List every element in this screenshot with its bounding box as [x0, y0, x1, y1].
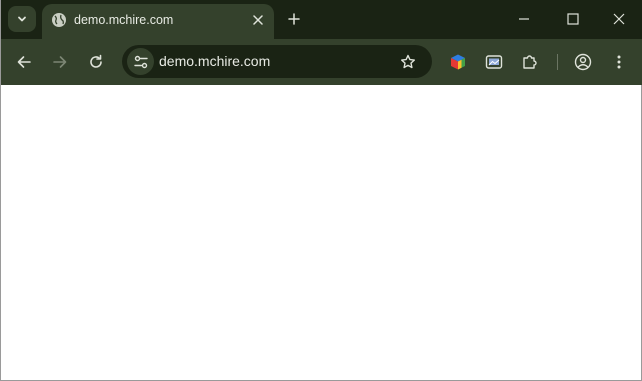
bookmark-button[interactable] — [396, 50, 420, 74]
browser-menu-button[interactable] — [605, 48, 633, 76]
forward-button[interactable] — [46, 48, 74, 76]
cube-icon — [451, 54, 465, 70]
tab-title: demo.mchire.com — [74, 13, 174, 27]
screenshot-icon — [485, 55, 503, 69]
extension-button-1[interactable] — [444, 48, 472, 76]
new-tab-button[interactable] — [283, 8, 305, 30]
browser-window: demo.mchire.com demo.mchire.com — [0, 0, 642, 381]
minimize-icon — [519, 18, 529, 20]
reload-button[interactable] — [82, 48, 110, 76]
maximize-button[interactable] — [550, 0, 596, 38]
toolbar-divider — [557, 54, 558, 70]
tune-icon — [133, 55, 148, 68]
maximize-icon — [567, 13, 579, 25]
star-icon — [401, 54, 415, 69]
more-vertical-icon — [617, 55, 621, 69]
plus-icon — [288, 13, 300, 25]
address-bar[interactable]: demo.mchire.com — [122, 45, 432, 78]
extension-button-2[interactable] — [480, 48, 508, 76]
profile-icon — [574, 53, 592, 71]
browser-tab[interactable]: demo.mchire.com — [42, 4, 274, 39]
close-icon — [613, 13, 625, 25]
site-info-button[interactable] — [127, 48, 154, 75]
puzzle-icon — [523, 55, 537, 69]
chevron-down-icon — [18, 16, 26, 22]
tab-search-button[interactable] — [8, 6, 36, 32]
profile-button[interactable] — [569, 48, 597, 76]
close-window-button[interactable] — [596, 0, 642, 38]
arrow-left-icon — [17, 56, 31, 68]
url-text[interactable]: demo.mchire.com — [159, 53, 270, 69]
browser-toolbar: demo.mchire.com — [1, 39, 642, 85]
tab-close-button[interactable] — [249, 11, 267, 29]
close-icon — [253, 15, 263, 25]
reload-icon — [90, 54, 102, 68]
minimize-button[interactable] — [501, 0, 547, 38]
extensions-button[interactable] — [516, 48, 544, 76]
arrow-right-icon — [53, 56, 67, 68]
title-bar: demo.mchire.com — [1, 0, 642, 39]
globe-icon — [52, 13, 66, 27]
back-button[interactable] — [10, 48, 38, 76]
page-content — [1, 85, 641, 380]
